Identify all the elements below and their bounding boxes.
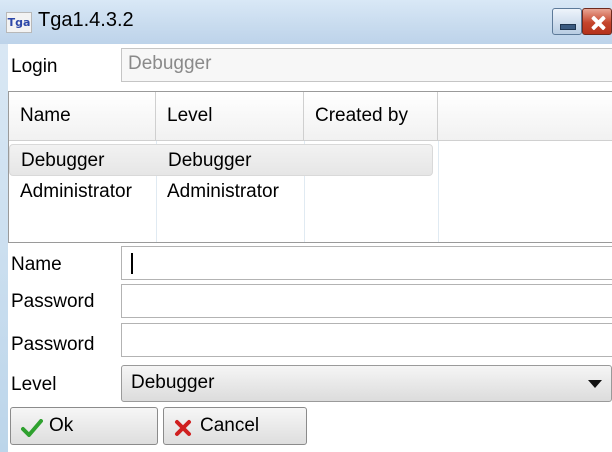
title-bar[interactable]: Tga Tga1.4.3.2 bbox=[0, 0, 612, 44]
table-row[interactable]: Debugger Debugger bbox=[9, 144, 433, 176]
level-label: Level bbox=[11, 374, 57, 395]
cell-level: Administrator bbox=[167, 181, 279, 202]
window-title: Tga1.4.3.2 bbox=[38, 9, 134, 31]
level-select-value: Debugger bbox=[131, 372, 215, 393]
dialog-window: Tga Tga1.4.3.2 Login Debugger Name Level… bbox=[0, 0, 612, 452]
app-logo-icon: Tga bbox=[6, 12, 32, 33]
password-input[interactable] bbox=[121, 284, 612, 318]
password-confirm-input[interactable] bbox=[121, 323, 612, 357]
table-row[interactable]: Administrator Administrator bbox=[9, 176, 433, 208]
checkmark-icon bbox=[21, 419, 43, 437]
cell-level: Debugger bbox=[168, 150, 252, 171]
cancel-button-label: Cancel bbox=[200, 415, 260, 436]
cancel-button[interactable]: Cancel bbox=[163, 407, 307, 445]
column-header-name[interactable]: Name bbox=[9, 92, 156, 141]
chevron-down-icon bbox=[588, 380, 602, 388]
password-label: Password bbox=[11, 291, 95, 312]
column-header-level[interactable]: Level bbox=[156, 92, 304, 141]
cross-icon bbox=[175, 420, 191, 436]
text-caret bbox=[131, 253, 133, 274]
ok-button[interactable]: Ok bbox=[10, 407, 158, 445]
cell-name: Administrator bbox=[20, 181, 132, 202]
login-label: Login bbox=[11, 56, 58, 77]
column-header-created-by[interactable]: Created by bbox=[304, 92, 438, 141]
minimize-button[interactable] bbox=[552, 8, 582, 35]
name-input[interactable] bbox=[121, 246, 612, 280]
cell-created-by bbox=[305, 145, 316, 177]
column-divider bbox=[438, 141, 439, 242]
cell-created-by bbox=[304, 176, 315, 208]
grid-header: Name Level Created by bbox=[9, 92, 612, 141]
ok-button-label: Ok bbox=[49, 415, 74, 436]
password-confirm-label: Password bbox=[11, 334, 95, 355]
level-select[interactable]: Debugger bbox=[121, 365, 612, 402]
cell-name: Debugger bbox=[21, 150, 105, 171]
close-button[interactable] bbox=[582, 8, 612, 35]
name-label: Name bbox=[11, 254, 62, 275]
users-grid[interactable]: Name Level Created by Debugger Debugger … bbox=[8, 91, 612, 243]
login-field: Debugger bbox=[121, 48, 612, 82]
